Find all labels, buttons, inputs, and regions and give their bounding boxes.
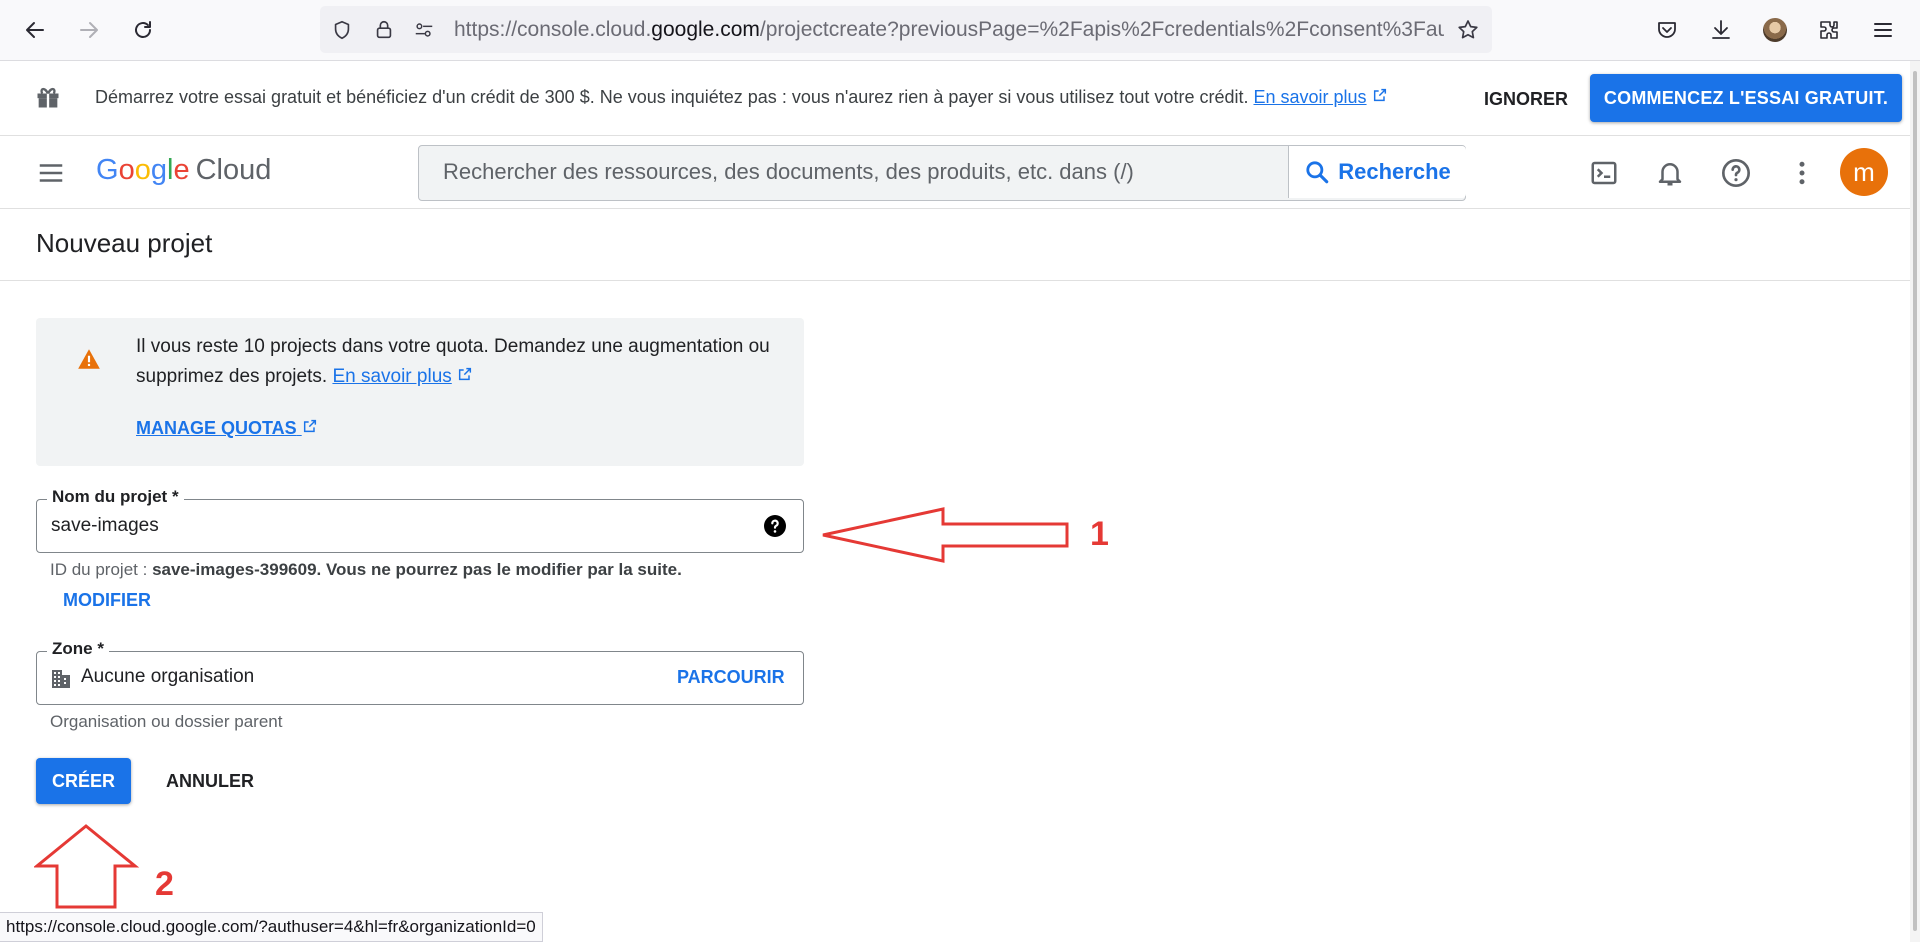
- quota-learn-more-text: En savoir plus: [332, 366, 452, 387]
- banner-learn-more-link[interactable]: En savoir plus: [1253, 87, 1366, 107]
- manage-quotas-label: MANAGE QUOTAS: [136, 418, 297, 438]
- scrollbar-thumb[interactable]: [1913, 71, 1917, 931]
- browser-toolbar: https://console.cloud.google.com/project…: [0, 0, 1920, 61]
- cloud-shell-button[interactable]: [1588, 157, 1620, 189]
- help-button[interactable]: [1720, 157, 1752, 189]
- extensions-button[interactable]: [1814, 15, 1844, 45]
- search-bar: Recherche: [418, 145, 1466, 201]
- more-options-button[interactable]: [1786, 157, 1818, 189]
- ignore-button[interactable]: IGNORER: [1470, 79, 1582, 119]
- account-button[interactable]: [1760, 15, 1790, 45]
- annotation-arrow-1: [822, 507, 1069, 563]
- search-input[interactable]: [419, 146, 1287, 198]
- arrow-left-icon: [26, 22, 44, 38]
- logo-suffix: Cloud: [195, 154, 272, 186]
- help-icon[interactable]: [763, 514, 787, 538]
- annotation-label-1: 1: [1090, 515, 1109, 553]
- zone-label: Zone *: [47, 639, 109, 659]
- page-scrollbar[interactable]: [1910, 61, 1920, 942]
- project-id-prefix: ID du projet :: [50, 560, 148, 579]
- zone-hint: Organisation ou dossier parent: [50, 712, 283, 731]
- url-text[interactable]: https://console.cloud.google.com/project…: [454, 18, 1444, 42]
- url-prefix: https://console.cloud.: [454, 18, 652, 41]
- create-button[interactable]: CRÉER: [36, 758, 131, 804]
- logo-letter: e: [173, 154, 190, 186]
- external-link-icon: [1373, 88, 1386, 102]
- quota-learn-more-link[interactable]: En savoir plus: [332, 366, 451, 387]
- terminal-icon: [1591, 161, 1617, 185]
- arrow-right-icon: [80, 22, 98, 38]
- quota-text: Il vous reste 10 projects dans votre quo…: [136, 336, 770, 387]
- reload-icon: [135, 21, 151, 38]
- banner-message: Démarrez votre essai gratuit et bénéfici…: [95, 87, 1388, 108]
- logo-letter: G: [96, 154, 119, 186]
- banner-learn-more-text: En savoir plus: [1253, 87, 1367, 107]
- back-button[interactable]: [20, 15, 50, 45]
- lock-icon[interactable]: [372, 18, 396, 42]
- browse-button[interactable]: PARCOURIR: [677, 667, 785, 688]
- external-link-icon: [303, 419, 316, 433]
- page-title: Nouveau projet: [36, 228, 213, 258]
- quota-message: Il vous reste 10 projects dans votre quo…: [136, 332, 776, 392]
- free-trial-banner: Démarrez votre essai gratuit et bénéfici…: [0, 61, 1910, 136]
- annotation-arrow-2: [34, 824, 140, 909]
- downloads-button[interactable]: [1706, 15, 1736, 45]
- bookmark-star-icon[interactable]: [1456, 18, 1480, 42]
- puzzle-icon: [1820, 21, 1838, 39]
- cancel-button[interactable]: ANNULER: [152, 758, 268, 804]
- help-circle-icon: [1722, 159, 1750, 187]
- notifications-button[interactable]: [1654, 157, 1686, 189]
- link-status-url: https://console.cloud.google.com/?authus…: [0, 912, 543, 942]
- quota-warning-box: Il vous reste 10 projects dans votre quo…: [36, 318, 804, 466]
- search-button-label: Recherche: [1338, 159, 1451, 184]
- warning-icon: [78, 349, 100, 369]
- title-divider: [0, 280, 1910, 281]
- start-free-trial-button[interactable]: COMMENCEZ L'ESSAI GRATUIT.: [1590, 74, 1902, 122]
- url-domain: google.com: [651, 18, 760, 41]
- hamburger-menu-icon[interactable]: [36, 158, 66, 188]
- menu-icon: [1874, 23, 1892, 37]
- reload-button[interactable]: [128, 15, 158, 45]
- address-bar[interactable]: https://console.cloud.google.com/project…: [320, 6, 1492, 53]
- permissions-icon[interactable]: [412, 18, 436, 42]
- url-path: /projectcreate?previousPage=%2Fapis%2Fcr…: [759, 18, 1444, 41]
- app-menu-button[interactable]: [1868, 15, 1898, 45]
- zone-value: Aucune organisation: [81, 666, 255, 687]
- gift-icon: [37, 87, 59, 108]
- forward-button[interactable]: [74, 15, 104, 45]
- manage-quotas-link[interactable]: MANAGE QUOTAS: [136, 418, 318, 439]
- project-name-field: Nom du projet *: [36, 487, 804, 553]
- annotation-label-2: 2: [155, 865, 174, 903]
- building-icon: [52, 670, 70, 688]
- account-avatar: [1763, 18, 1787, 42]
- pocket-button[interactable]: [1652, 15, 1682, 45]
- bell-icon: [1658, 163, 1682, 186]
- logo-letter: o: [118, 154, 135, 186]
- project-id-hint: ID du projet : save-images-399609. Vous …: [50, 560, 682, 580]
- modify-project-id-button[interactable]: MODIFIER: [63, 590, 151, 611]
- search-icon: [1306, 161, 1329, 184]
- search-button[interactable]: Recherche: [1288, 146, 1466, 198]
- banner-text: Démarrez votre essai gratuit et bénéfici…: [95, 87, 1249, 107]
- project-name-input[interactable]: [51, 510, 731, 542]
- google-cloud-logo[interactable]: Google Cloud: [96, 154, 271, 187]
- zone-field: Zone * Aucune organisation PARCOURIR: [36, 639, 804, 705]
- user-avatar[interactable]: m: [1840, 148, 1888, 196]
- project-id-value: save-images-399609. Vous ne pourrez pas …: [152, 560, 682, 579]
- more-vert-icon: [1799, 161, 1805, 185]
- shield-icon[interactable]: [330, 18, 354, 42]
- logo-letter: g: [150, 154, 167, 186]
- cloud-console-header: GoogleCloud Recherche m: [0, 136, 1910, 209]
- download-icon: [1712, 20, 1730, 39]
- pocket-icon: [1658, 22, 1676, 38]
- logo-letter: o: [134, 154, 151, 186]
- project-name-label: Nom du projet *: [47, 487, 184, 507]
- external-link-icon: [458, 367, 472, 381]
